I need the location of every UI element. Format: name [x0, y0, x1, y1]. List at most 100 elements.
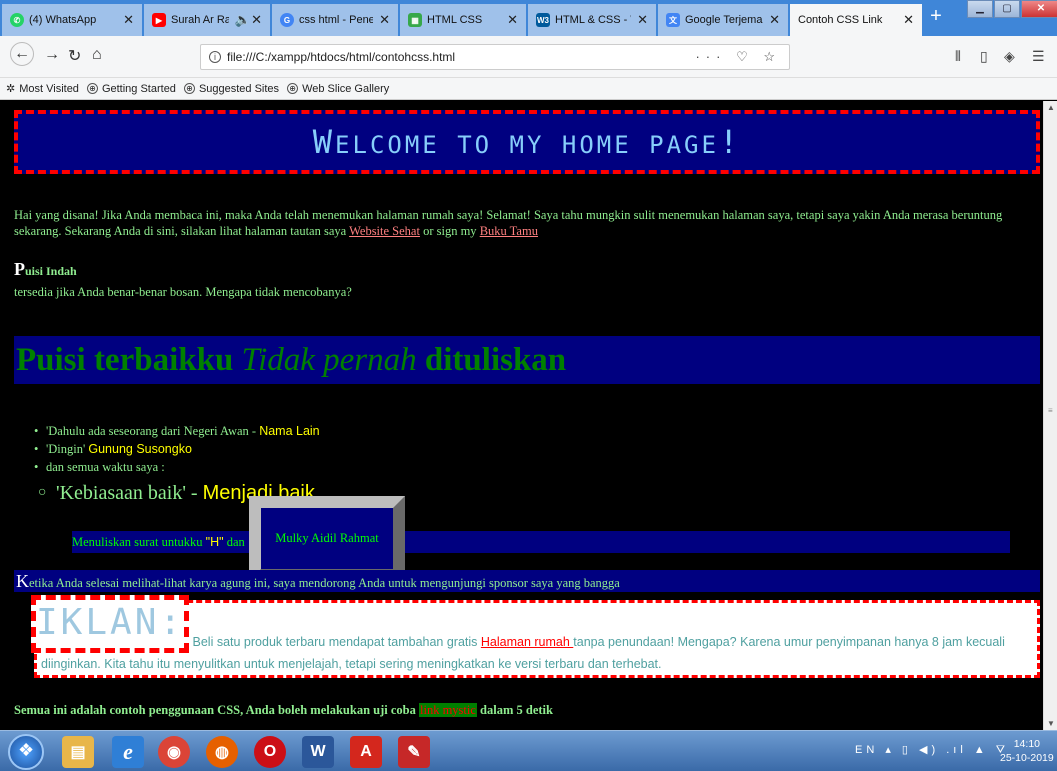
scroll-grip-icon[interactable]: ≡	[1048, 406, 1053, 415]
sponsor-text: etika Anda selesai melihat-lihat karya a…	[29, 576, 620, 590]
acrobat-icon[interactable]: A	[350, 736, 382, 768]
close-icon[interactable]: ✕	[637, 12, 648, 28]
buku-tamu-link[interactable]: Buku Tamu	[480, 224, 538, 238]
vertical-scrollbar[interactable]: ▲ ≡ ▼	[1043, 101, 1057, 730]
tab-label: (4) WhatsApp	[29, 14, 97, 26]
bookmark-suggested-sites[interactable]: ⊕ Suggested Sites	[183, 83, 279, 95]
ad-text: Beli satu produk terbaru mendapat tambah…	[189, 635, 481, 649]
poem-list: 'Dahulu ada seseorang dari Negeri Awan -…	[34, 422, 320, 506]
opera-icon[interactable]: O	[254, 736, 286, 768]
puisi-cap: P	[14, 259, 25, 279]
translate-icon: 文	[666, 13, 680, 27]
back-button[interactable]: ←	[10, 42, 34, 66]
system-tray[interactable]: EN ▴ ▯ ◀) .ıl ▲ ⛛	[855, 743, 1009, 757]
globe-icon: ⊕	[287, 83, 299, 94]
tab-google-translate[interactable]: 文 Google Terjemahan ✕	[658, 4, 788, 36]
gear-icon: ✲	[6, 83, 16, 95]
title-pre: Puisi terbaikku	[16, 342, 242, 378]
tab-label: HTML & CSS - W3C	[555, 14, 631, 26]
halaman-rumah-link[interactable]: Halaman rumah	[481, 635, 573, 649]
tab-label: css html - Penelusur	[299, 14, 374, 26]
internet-explorer-icon[interactable]: e	[112, 736, 144, 768]
puisi-subtext: tersedia jika Anda benar-benar bosan. Me…	[14, 285, 352, 299]
mystic-link[interactable]: link mystic	[419, 703, 477, 717]
minimize-button[interactable]: ▁	[967, 0, 993, 18]
tab-google-search[interactable]: G css html - Penelusur ✕	[272, 4, 398, 36]
tab-bar: ✆ (4) WhatsApp ✕ ▶ Surah Ar Rahman 🔈✕ G …	[0, 0, 1057, 36]
bookmark-most-visited[interactable]: ✲ Most Visited	[6, 82, 79, 96]
forward-button[interactable]: →	[44, 46, 60, 64]
home-button[interactable]: ⌂	[92, 46, 102, 64]
list-item-text: dan semua waktu saya :	[46, 460, 165, 474]
navigation-bar: ← → ↻ ⌂ i file:///C:/xampp/htdocs/html/c…	[0, 36, 1057, 78]
clock-time: 14:10	[1013, 738, 1040, 750]
tab-youtube[interactable]: ▶ Surah Ar Rahman 🔈✕	[144, 4, 270, 36]
globe-icon: ⊕	[183, 83, 195, 94]
tab-label: HTML CSS	[427, 14, 483, 26]
intro-paragraph: Hai yang disana! Jika Anda membaca ini, …	[14, 207, 1034, 239]
list-item: 'Dingin' Gunung Susongko	[34, 440, 320, 458]
close-icon[interactable]: ✕	[903, 12, 914, 28]
title-post: dituliskan	[416, 342, 567, 378]
close-icon[interactable]: ✕	[507, 12, 518, 28]
menu-icon[interactable]: ☰	[1032, 48, 1045, 65]
close-icon[interactable]: ✕	[379, 12, 390, 28]
tab-contoh-css-link[interactable]: Contoh CSS Link ✕	[790, 4, 922, 36]
youtube-icon: ▶	[152, 13, 166, 27]
w3c-icon: W3	[536, 13, 550, 27]
list-item-highlight: Nama Lain	[259, 424, 320, 438]
library-icon[interactable]: ⫴	[955, 48, 961, 65]
title-italic: Tidak pernah	[241, 342, 417, 378]
tab-html-css[interactable]: ▦ HTML CSS ✕	[400, 4, 526, 36]
speaker-icon[interactable]: 🔈✕	[235, 12, 262, 28]
word-icon[interactable]: W	[302, 736, 334, 768]
reload-button[interactable]: ↻	[68, 46, 81, 66]
letter-band: Menuliskan surat untukku "H" dan	[72, 531, 1010, 553]
start-button[interactable]	[8, 734, 44, 770]
chrome-icon[interactable]: ◉	[158, 736, 190, 768]
ad-label: IKLAN:	[31, 595, 190, 653]
bookmark-web-slice-gallery[interactable]: ⊕ Web Slice Gallery	[287, 83, 389, 95]
sidebar-icon[interactable]: ▯	[980, 48, 988, 65]
tab-label: Contoh CSS Link	[798, 14, 883, 26]
puisi-rest: uisi Indah	[25, 264, 77, 278]
bookmark-getting-started[interactable]: ⊕ Getting Started	[86, 83, 176, 95]
website-sehat-link[interactable]: Website Sehat	[349, 224, 420, 238]
close-icon[interactable]: ✕	[123, 12, 134, 28]
name-frame: Mulky Aidil Rahmat	[249, 496, 405, 581]
letter-quote: "H"	[205, 535, 224, 549]
tab-w3c[interactable]: W3 HTML & CSS - W3C ✕	[528, 4, 656, 36]
tab-label: Surah Ar Rahman	[171, 14, 229, 26]
language-indicator[interactable]: EN	[855, 744, 878, 756]
bookmark-label: Most Visited	[19, 82, 79, 95]
new-tab-button[interactable]: +	[926, 6, 946, 28]
scroll-down-icon[interactable]: ▼	[1047, 719, 1055, 728]
welcome-text: elcome to my home page	[335, 131, 719, 159]
clock[interactable]: 14:10 25-10-2019	[1000, 737, 1054, 765]
tab-whatsapp[interactable]: ✆ (4) WhatsApp ✕	[2, 4, 142, 36]
window-controls: ▁ ▢ ✕	[966, 0, 1057, 20]
list-item-text: 'Dahulu ada seseorang dari Negeri Awan -	[46, 424, 260, 438]
maximize-button[interactable]: ▢	[994, 0, 1020, 18]
ad-box: IKLAN: Beli satu produk terbaru mendapat…	[31, 595, 1040, 678]
notepad-icon[interactable]: ✎	[398, 736, 430, 768]
info-icon[interactable]: i	[209, 51, 221, 63]
image-icon: ▦	[408, 13, 422, 27]
welcome-banner: Welcome to my home page!	[14, 110, 1040, 174]
extension-icon[interactable]: ◈	[1004, 48, 1015, 65]
page-actions-icons[interactable]: ··· ♡ ☆	[695, 49, 781, 65]
url-bar[interactable]: i file:///C:/xampp/htdocs/html/contohcss…	[200, 44, 790, 70]
firefox-icon[interactable]: ◍	[206, 736, 238, 768]
clock-date: 25-10-2019	[1000, 752, 1054, 764]
scroll-up-icon[interactable]: ▲	[1047, 103, 1055, 112]
footer-pre: Semua ini adalah contoh penggunaan CSS, …	[14, 703, 419, 717]
bookmark-label: Web Slice Gallery	[302, 82, 390, 95]
sponsor-cap: K	[16, 571, 29, 591]
sponsor-band: Ketika Anda selesai melihat-lihat karya …	[14, 570, 1040, 592]
sub-item-text: 'Kebiasaan baik' -	[56, 482, 203, 504]
close-icon[interactable]: ✕	[769, 12, 780, 28]
window-close-button[interactable]: ✕	[1021, 0, 1057, 18]
taskbar: ▤ e ◉ ◍ O W A ✎ EN ▴ ▯ ◀) .ıl ▲ ⛛ 14:10 …	[0, 730, 1057, 771]
explorer-icon[interactable]: ▤	[62, 736, 94, 768]
page-title: Puisi terbaikku Tidak pernah dituliskan	[14, 336, 1040, 384]
